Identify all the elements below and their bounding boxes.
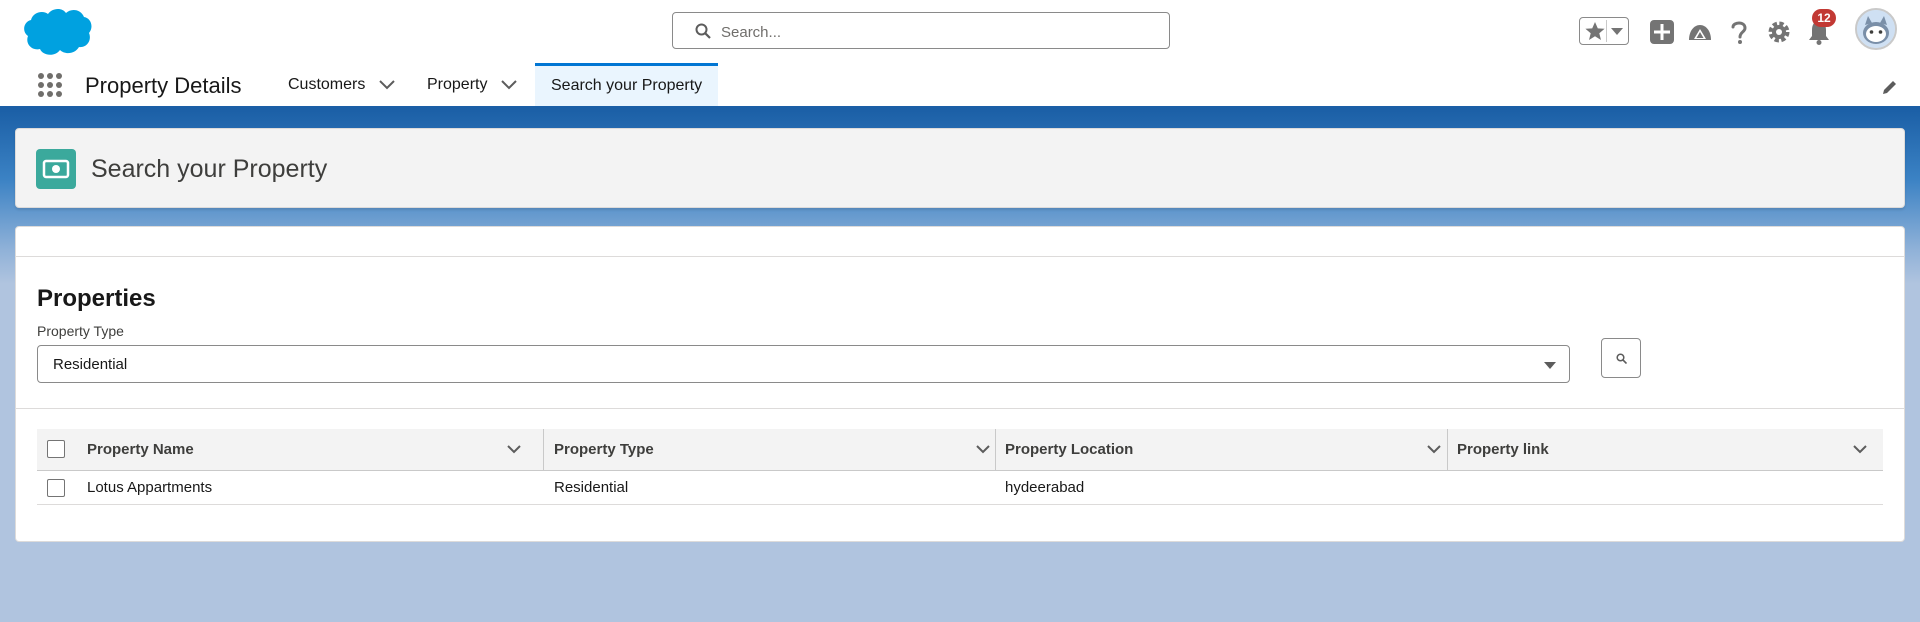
divider <box>16 408 1904 409</box>
money-icon <box>42 159 70 179</box>
salesforce-logo[interactable] <box>18 6 92 58</box>
property-type-label: Property Type <box>37 323 124 339</box>
column-header-label: Property link <box>1457 441 1549 458</box>
column-header-property-location[interactable]: Property Location <box>1005 429 1457 470</box>
gear-icon[interactable] <box>1765 18 1793 46</box>
select-all-checkbox[interactable] <box>47 440 65 458</box>
user-avatar-icon <box>1857 10 1895 48</box>
chevron-down-icon[interactable] <box>501 79 518 90</box>
nav-item-property[interactable]: Property <box>427 63 518 106</box>
search-icon <box>695 23 711 39</box>
app-name: Property Details <box>85 73 242 98</box>
nav-item-label: Customers <box>288 75 366 93</box>
app-launcher-icon[interactable] <box>37 72 63 98</box>
search-button[interactable] <box>1601 338 1641 378</box>
avatar[interactable] <box>1855 8 1897 50</box>
edit-nav-icon[interactable] <box>1882 79 1898 95</box>
chevron-down-icon[interactable] <box>1853 445 1867 454</box>
section-title: Properties <box>37 285 156 312</box>
column-header-property-name[interactable]: Property Name <box>87 429 537 470</box>
chevron-down-icon <box>1544 362 1556 369</box>
page-title: Search your Property <box>91 155 328 183</box>
column-divider[interactable] <box>543 429 544 470</box>
divider <box>1606 20 1607 42</box>
chevron-down-icon[interactable] <box>507 445 521 454</box>
column-header-label: Property Name <box>87 441 194 458</box>
page-icon <box>36 149 76 189</box>
favorites-group[interactable] <box>1579 17 1629 45</box>
column-header-label: Property Location <box>1005 441 1134 458</box>
help-icon[interactable] <box>1725 18 1753 46</box>
search-input[interactable] <box>719 19 1153 45</box>
table-header-row: Property Name Property Type Property Loc… <box>37 429 1883 471</box>
global-header: 12 <box>0 0 1920 63</box>
chevron-down-icon[interactable] <box>379 79 396 90</box>
column-header-label: Property Type <box>554 441 654 458</box>
star-icon[interactable] <box>1584 21 1606 41</box>
column-divider[interactable] <box>1447 429 1448 470</box>
column-header-property-type[interactable]: Property Type <box>554 429 1006 470</box>
cell-property-type: Residential <box>554 479 629 496</box>
chevron-down-icon[interactable] <box>1427 445 1441 454</box>
row-checkbox[interactable] <box>47 479 65 497</box>
search-icon <box>1616 353 1627 364</box>
notification-badge[interactable]: 12 <box>1812 9 1836 27</box>
nav-item-search-your-property[interactable]: Search your Property <box>535 63 719 106</box>
properties-card: Properties Property Type Residential Pro… <box>15 226 1905 542</box>
property-type-select[interactable]: Residential <box>37 345 1570 383</box>
cell-property-name: Lotus Appartments <box>87 479 213 496</box>
cell-property-location: hydeerabad <box>1005 479 1085 496</box>
table-row[interactable]: Lotus Appartments Residential hydeerabad <box>37 471 1883 505</box>
nav-item-customers[interactable]: Customers <box>288 63 396 106</box>
global-search[interactable] <box>672 12 1170 49</box>
chevron-down-icon[interactable] <box>1610 27 1624 36</box>
column-divider[interactable] <box>995 429 996 470</box>
trailhead-icon[interactable] <box>1686 18 1714 46</box>
column-header-property-link[interactable]: Property link <box>1457 429 1883 470</box>
nav-item-label: Search your Property <box>551 77 703 94</box>
nav-item-label: Property <box>427 75 488 93</box>
selected-value: Residential <box>53 356 128 373</box>
chevron-down-icon[interactable] <box>976 445 990 454</box>
add-icon[interactable] <box>1648 18 1676 46</box>
app-nav-bar: Property Details Customers Property Sear… <box>0 63 1920 109</box>
page-header: Search your Property <box>15 128 1905 208</box>
divider <box>16 256 1904 257</box>
